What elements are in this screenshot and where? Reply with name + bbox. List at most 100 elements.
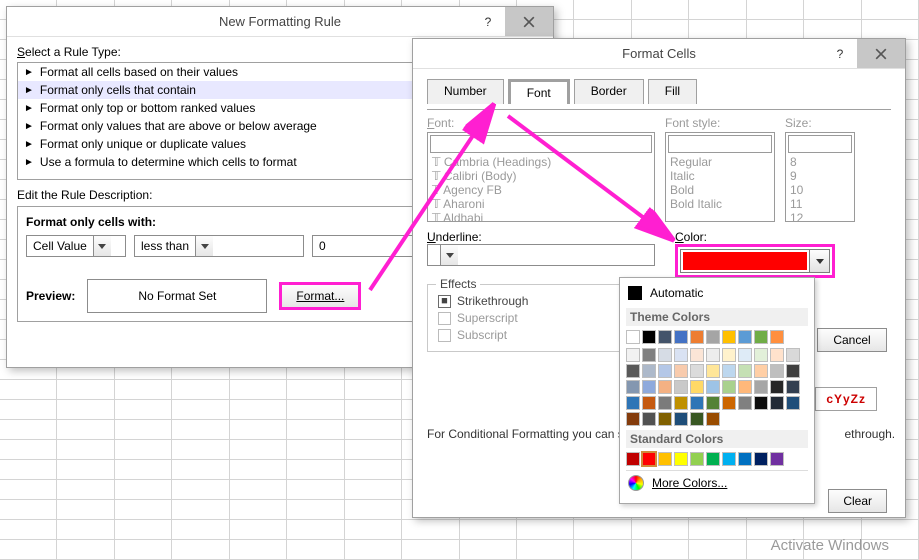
dialog-title: New Formatting Rule xyxy=(219,14,341,29)
color-swatch[interactable] xyxy=(770,330,784,344)
help-icon[interactable]: ? xyxy=(471,7,505,36)
operator-combo[interactable]: less than xyxy=(134,235,304,257)
size-list[interactable]: 8910111214 xyxy=(785,132,855,222)
color-swatch[interactable] xyxy=(786,348,800,362)
color-swatch[interactable] xyxy=(738,452,752,466)
color-label: Color: xyxy=(675,230,835,244)
color-swatch[interactable] xyxy=(706,330,720,344)
chevron-down-icon[interactable] xyxy=(809,250,829,272)
color-combo[interactable] xyxy=(680,249,830,273)
color-swatch[interactable] xyxy=(690,364,704,378)
color-swatch[interactable] xyxy=(626,330,640,344)
cancel-button[interactable]: Cancel xyxy=(817,328,887,352)
color-swatch[interactable] xyxy=(642,348,656,362)
automatic-option[interactable]: Automatic xyxy=(626,282,808,304)
color-swatch[interactable] xyxy=(658,412,672,426)
font-preview: cYyZz xyxy=(815,387,877,411)
color-swatch[interactable] xyxy=(626,412,640,426)
color-swatch[interactable] xyxy=(786,396,800,410)
color-swatch[interactable] xyxy=(626,380,640,394)
color-swatch[interactable] xyxy=(642,380,656,394)
color-swatch[interactable] xyxy=(722,396,736,410)
color-swatch[interactable] xyxy=(722,364,736,378)
color-swatch[interactable] xyxy=(674,452,688,466)
color-swatch[interactable] xyxy=(690,452,704,466)
color-swatch[interactable] xyxy=(674,412,688,426)
color-swatch[interactable] xyxy=(642,396,656,410)
color-swatch[interactable] xyxy=(642,330,656,344)
color-swatch[interactable] xyxy=(770,380,784,394)
chevron-down-icon[interactable] xyxy=(93,236,111,256)
color-swatch[interactable] xyxy=(674,330,688,344)
color-swatch[interactable] xyxy=(770,396,784,410)
color-swatch[interactable] xyxy=(642,364,656,378)
color-swatch[interactable] xyxy=(626,452,640,466)
color-swatch[interactable] xyxy=(658,364,672,378)
color-swatch[interactable] xyxy=(658,452,672,466)
color-swatch[interactable] xyxy=(770,348,784,362)
color-wheel-icon xyxy=(628,475,644,491)
color-swatch[interactable] xyxy=(738,380,752,394)
automatic-swatch xyxy=(628,286,642,300)
more-colors-option[interactable]: More Colors... xyxy=(626,470,808,495)
color-swatch[interactable] xyxy=(738,330,752,344)
color-swatch[interactable] xyxy=(770,364,784,378)
color-swatch[interactable] xyxy=(674,396,688,410)
color-swatch[interactable] xyxy=(706,412,720,426)
color-swatch[interactable] xyxy=(690,330,704,344)
close-icon[interactable] xyxy=(857,39,905,68)
color-swatch[interactable] xyxy=(706,380,720,394)
color-swatch[interactable] xyxy=(690,412,704,426)
color-swatch[interactable] xyxy=(674,348,688,362)
color-swatch[interactable] xyxy=(706,452,720,466)
color-swatch[interactable] xyxy=(754,396,768,410)
color-swatch[interactable] xyxy=(754,364,768,378)
tab-border[interactable]: Border xyxy=(574,79,644,104)
color-swatch[interactable] xyxy=(626,364,640,378)
color-swatch[interactable] xyxy=(626,348,640,362)
color-swatch[interactable] xyxy=(690,380,704,394)
color-swatch[interactable] xyxy=(786,380,800,394)
cell-value-combo[interactable]: Cell Value xyxy=(26,235,126,257)
color-swatch[interactable] xyxy=(690,396,704,410)
color-swatch[interactable] xyxy=(754,452,768,466)
color-swatch[interactable] xyxy=(722,452,736,466)
color-swatch[interactable] xyxy=(674,380,688,394)
color-swatch[interactable] xyxy=(770,452,784,466)
annotation-arrow xyxy=(498,106,698,256)
color-swatch[interactable] xyxy=(754,380,768,394)
color-swatch[interactable] xyxy=(674,364,688,378)
titlebar: Format Cells ? xyxy=(413,39,905,69)
tab-fill[interactable]: Fill xyxy=(648,79,697,104)
color-swatch xyxy=(683,252,807,270)
help-icon[interactable]: ? xyxy=(823,39,857,68)
color-swatch[interactable] xyxy=(706,364,720,378)
color-swatch[interactable] xyxy=(754,330,768,344)
clear-button[interactable]: Clear xyxy=(828,489,887,513)
close-icon[interactable] xyxy=(505,7,553,36)
superscript-checkbox: Superscript xyxy=(438,311,616,325)
color-swatch[interactable] xyxy=(626,396,640,410)
color-swatch[interactable] xyxy=(722,380,736,394)
color-swatch[interactable] xyxy=(658,330,672,344)
color-swatch[interactable] xyxy=(690,348,704,362)
color-swatch[interactable] xyxy=(786,364,800,378)
color-swatch[interactable] xyxy=(722,330,736,344)
color-swatch[interactable] xyxy=(754,348,768,362)
color-swatch[interactable] xyxy=(738,364,752,378)
color-swatch[interactable] xyxy=(722,348,736,362)
format-button[interactable]: Format... xyxy=(279,282,361,310)
color-swatch[interactable] xyxy=(658,348,672,362)
color-swatch[interactable] xyxy=(738,348,752,362)
color-swatch[interactable] xyxy=(642,452,656,466)
chevron-down-icon[interactable] xyxy=(195,236,213,256)
color-swatch[interactable] xyxy=(658,380,672,394)
color-swatch[interactable] xyxy=(706,348,720,362)
color-swatch[interactable] xyxy=(658,396,672,410)
color-swatch[interactable] xyxy=(738,396,752,410)
tab-font[interactable]: Font xyxy=(508,79,570,104)
theme-colors-header: Theme Colors xyxy=(626,308,808,326)
color-picker-popup: Automatic Theme Colors Standard Colors M… xyxy=(619,277,815,504)
color-swatch[interactable] xyxy=(706,396,720,410)
color-swatch[interactable] xyxy=(642,412,656,426)
